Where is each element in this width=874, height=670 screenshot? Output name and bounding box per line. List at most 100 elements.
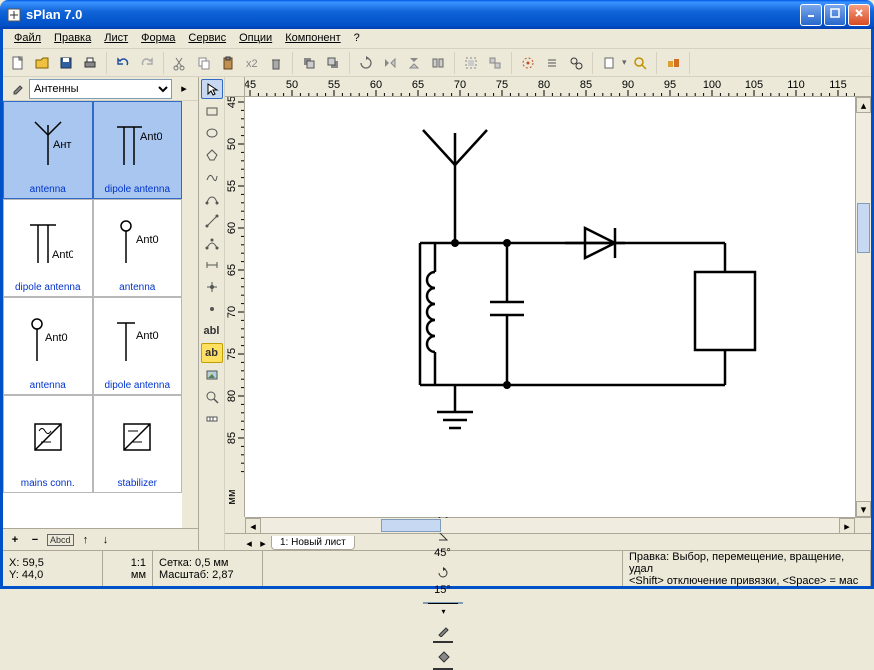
print-button[interactable]	[79, 52, 101, 74]
lib-remove-button[interactable]: −	[27, 532, 43, 548]
zoom-ratio: 1:1	[109, 557, 146, 569]
minimize-button[interactable]	[800, 4, 822, 26]
drawing-toolbar: abl ab	[199, 77, 225, 550]
rotate-button[interactable]	[355, 52, 377, 74]
text-tool[interactable]: abl	[201, 321, 223, 341]
fill-color-swatch[interactable]	[433, 668, 453, 670]
lib-up-button[interactable]: ↑	[78, 532, 94, 548]
library-item[interactable]: stabilizer	[93, 395, 183, 493]
sheet-tab[interactable]: 1: Новый лист	[271, 536, 355, 550]
measure-tool[interactable]	[201, 409, 223, 429]
sheet-tabbar: ◂ ▸ 1: Новый лист	[225, 533, 871, 550]
circle-tool[interactable]	[201, 123, 223, 143]
pointer-tool[interactable]	[201, 79, 223, 99]
menu-component[interactable]: Компонент	[280, 31, 345, 46]
paste-button[interactable]	[217, 52, 239, 74]
snap-button[interactable]	[517, 52, 539, 74]
vertical-ruler: 455055606570758085мм	[225, 97, 245, 517]
library-item[interactable]: Ant0 dipole antenna	[3, 199, 93, 297]
library-dropdown-icon[interactable]: ▸	[174, 79, 194, 99]
node-tool[interactable]	[201, 277, 223, 297]
new-button[interactable]	[7, 52, 29, 74]
group-button[interactable]	[460, 52, 482, 74]
library-category-select[interactable]: Антенны	[29, 79, 172, 99]
copy-button[interactable]	[193, 52, 215, 74]
list-button[interactable]	[541, 52, 563, 74]
svg-text:115: 115	[829, 79, 847, 91]
svg-text:70: 70	[454, 79, 466, 91]
duplicate-button[interactable]: x2	[241, 52, 263, 74]
polygon-tool[interactable]	[201, 145, 223, 165]
library-item[interactable]: Ant0 dipole antenna	[93, 297, 183, 395]
menu-service[interactable]: Сервис	[183, 31, 231, 46]
tab-prev-button[interactable]: ◂	[243, 537, 255, 550]
close-button[interactable]	[848, 4, 870, 26]
vertical-scrollbar[interactable]: ▴ ▾	[855, 97, 871, 517]
fill-button[interactable]	[433, 649, 453, 665]
curve-tool[interactable]	[201, 189, 223, 209]
library-item[interactable]: Ant0 dipole antenna	[93, 101, 183, 199]
menu-file[interactable]: Файл	[9, 31, 46, 46]
redo-button[interactable]	[136, 52, 158, 74]
scale-label: Масштаб: 2,87	[159, 569, 256, 581]
open-button[interactable]	[31, 52, 53, 74]
search-button[interactable]	[565, 52, 587, 74]
page-button[interactable]	[598, 52, 620, 74]
delete-button[interactable]	[265, 52, 287, 74]
library-item[interactable]: Ant0 antenna	[3, 297, 93, 395]
svg-text:Ant0: Ant0	[45, 332, 68, 344]
maximize-button[interactable]	[824, 4, 846, 26]
svg-text:50: 50	[226, 138, 238, 150]
freehand-tool[interactable]	[201, 167, 223, 187]
tab-next-button[interactable]: ▸	[257, 537, 269, 550]
library-item[interactable]: mains conn.	[3, 395, 93, 493]
ungroup-button[interactable]	[484, 52, 506, 74]
lib-add-button[interactable]: +	[7, 532, 23, 548]
mirror-v-button[interactable]	[403, 52, 425, 74]
menu-form[interactable]: Форма	[136, 31, 180, 46]
align-button[interactable]	[427, 52, 449, 74]
svg-text:90: 90	[622, 79, 634, 91]
dot-tool[interactable]	[201, 299, 223, 319]
rotate-step-button[interactable]	[433, 565, 453, 581]
menu-edit[interactable]: Правка	[49, 31, 96, 46]
lib-sort-button[interactable]: Abcd	[47, 534, 74, 546]
library-item[interactable]: Ant0 antenna	[93, 199, 183, 297]
library-item-label: antenna	[30, 183, 66, 198]
library-item-label: dipole antenna	[15, 281, 81, 296]
unit-label: мм	[109, 569, 146, 581]
stroke-color-swatch[interactable]	[433, 641, 453, 643]
menubar: Файл Правка Лист Форма Сервис Опции Комп…	[3, 29, 871, 49]
linestyle-select[interactable]	[423, 602, 463, 604]
library-item[interactable]: Ант antenna	[3, 101, 93, 199]
tool-extra-button[interactable]	[662, 52, 684, 74]
library-settings-button[interactable]	[7, 79, 27, 99]
label-tool[interactable]: ab	[201, 343, 223, 363]
main-toolbar: x2 ▾	[3, 49, 871, 77]
zoom-tool[interactable]	[201, 387, 223, 407]
svg-text:60: 60	[226, 222, 238, 234]
lib-down-button[interactable]: ↓	[98, 532, 114, 548]
svg-text:80: 80	[538, 79, 550, 91]
menu-sheet[interactable]: Лист	[99, 31, 133, 46]
drawing-canvas[interactable]	[245, 97, 855, 517]
menu-options[interactable]: Опции	[234, 31, 277, 46]
horizontal-scrollbar[interactable]: ◂ ▸	[245, 517, 855, 533]
toback-button[interactable]	[322, 52, 344, 74]
tofront-button[interactable]	[298, 52, 320, 74]
zoom-button[interactable]	[629, 52, 651, 74]
svg-text:70: 70	[226, 306, 238, 318]
save-button[interactable]	[55, 52, 77, 74]
undo-button[interactable]	[112, 52, 134, 74]
image-tool[interactable]	[201, 365, 223, 385]
dimension-tool[interactable]	[201, 255, 223, 275]
pen-button[interactable]	[433, 622, 453, 638]
mirror-h-button[interactable]	[379, 52, 401, 74]
rect-tool[interactable]	[201, 101, 223, 121]
cut-button[interactable]	[169, 52, 191, 74]
bezier-tool[interactable]	[201, 233, 223, 253]
menu-help[interactable]: ?	[349, 31, 365, 46]
line-tool[interactable]	[201, 211, 223, 231]
library-scrollbar[interactable]: ▴ ▾	[182, 101, 198, 528]
titlebar[interactable]: sPlan 7.0	[0, 0, 874, 29]
